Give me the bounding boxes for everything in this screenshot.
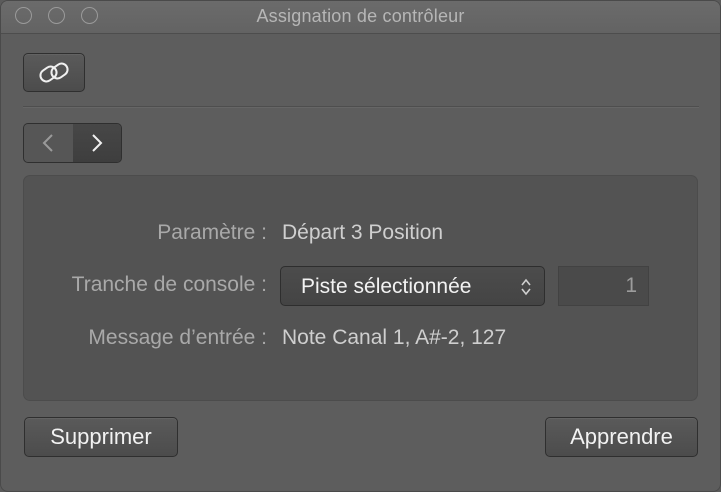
delete-button[interactable]: Supprimer <box>24 417 178 457</box>
navigation-buttons <box>23 123 122 163</box>
window-title: Assignation de contrôleur <box>256 6 465 26</box>
controller-assignment-window: Assignation de contrôleur Paramètre : Dé… <box>0 0 721 492</box>
parameter-label: Paramètre : <box>157 221 267 244</box>
learn-button[interactable]: Apprendre <box>545 417 698 457</box>
title-bar: Assignation de contrôleur <box>1 1 720 34</box>
divider <box>23 106 699 108</box>
next-button[interactable] <box>73 124 121 162</box>
channel-strip-label: Tranche de console : <box>71 273 267 296</box>
link-button[interactable] <box>23 53 85 92</box>
input-message-label: Message d’entrée : <box>88 326 267 349</box>
channel-strip-number-field[interactable]: 1 <box>558 266 649 306</box>
input-message-value: Note Canal 1, A#-2, 127 <box>282 326 507 349</box>
parameter-value: Départ 3 Position <box>282 221 444 244</box>
channel-strip-selected: Piste sélectionnée <box>301 275 472 298</box>
link-icon <box>39 62 69 83</box>
previous-button[interactable] <box>24 124 74 162</box>
channel-strip-popup[interactable]: Piste sélectionnée <box>280 266 545 306</box>
chevron-left-icon <box>42 134 53 152</box>
up-down-chevron-icon <box>521 278 531 296</box>
chevron-right-icon <box>92 134 103 152</box>
